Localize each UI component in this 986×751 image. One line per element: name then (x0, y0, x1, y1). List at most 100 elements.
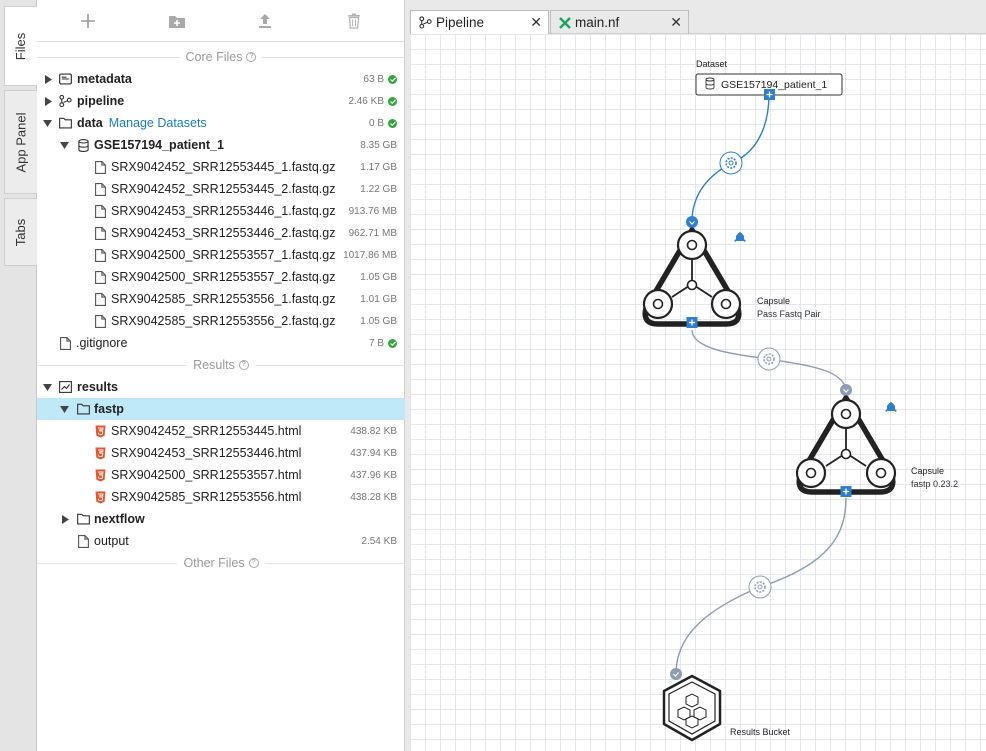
results-bucket-node[interactable] (662, 668, 722, 742)
file-size: 437.96 KB (350, 469, 397, 481)
vertical-tab-bar: Files App Panel Tabs (0, 0, 37, 751)
tree-item-dataset[interactable]: GSE157194_patient_1 8.35 GB (37, 134, 405, 156)
pipeline-size: 2.46 KB (348, 96, 397, 107)
capsule-node-pass-fastq-pair[interactable] (642, 216, 742, 327)
input-port[interactable] (686, 216, 698, 228)
caret-down-icon[interactable] (42, 118, 52, 128)
input-port[interactable] (840, 384, 852, 396)
tab-tabs[interactable]: Tabs (4, 198, 37, 266)
tree-item-fastp[interactable]: fastp (37, 398, 405, 420)
file-size: 438.82 KB (350, 425, 397, 437)
capsule2-output-port[interactable] (840, 486, 852, 497)
close-icon[interactable]: ✕ (670, 14, 682, 31)
file-name: SRX9042585_SRR12553556_1.fastq.gz (111, 292, 336, 306)
tree-item-fastq[interactable]: SRX9042500_SRR12553557_2.fastq.gz 1.05 G… (37, 266, 405, 288)
capsule1-output-port[interactable] (686, 317, 698, 328)
help-icon[interactable]: ? (248, 558, 259, 568)
file-name: SRX9042453_SRR12553446_1.fastq.gz (111, 204, 336, 218)
manage-datasets-link[interactable]: Manage Datasets (109, 116, 207, 130)
caret-down-icon[interactable] (42, 382, 52, 392)
capsule2-type: Capsule (911, 466, 944, 476)
caret-down-icon[interactable] (59, 404, 69, 414)
caret-right-icon[interactable] (43, 74, 53, 84)
tree-item-metadata[interactable]: metadata 63 B (37, 68, 405, 90)
delete-button[interactable] (343, 10, 365, 32)
file-size: 438.28 KB (350, 491, 397, 503)
tab-files-label: Files (13, 32, 29, 60)
results-label: Results (193, 358, 235, 372)
other-files-label: Other Files (183, 556, 245, 570)
help-icon[interactable]: ? (238, 360, 249, 370)
tab-main-nf[interactable]: main.nf ✕ (550, 10, 689, 34)
rocket-icon[interactable] (885, 402, 897, 412)
capsule2-name: fastp 0.23.2 (911, 479, 958, 489)
file-icon (94, 160, 107, 174)
file-icon (59, 336, 72, 350)
gear-icon[interactable] (757, 347, 781, 371)
tree-item-html[interactable]: SRX9042452_SRR12553445.html 438.82 KB (37, 420, 405, 442)
check-icon (388, 338, 397, 348)
capsule-node-fastp[interactable] (795, 384, 897, 495)
tab-pipeline[interactable]: Pipeline ✕ (410, 10, 549, 34)
file-icon (94, 182, 107, 196)
tree-item-fastq[interactable]: SRX9042585_SRR12553556_2.fastq.gz 1.05 G… (37, 310, 405, 332)
upload-button[interactable] (254, 10, 276, 32)
tree-item-data[interactable]: data Manage Datasets 0 B (37, 112, 405, 134)
file-size: 1017.86 MB (343, 249, 397, 261)
add-folder-button[interactable] (166, 10, 188, 32)
tree-item-html[interactable]: SRX9042500_SRR12553557.html 437.96 KB (37, 464, 405, 486)
dataset-output-port[interactable] (764, 89, 775, 100)
caret-right-icon[interactable] (43, 96, 53, 106)
file-size: 437.94 KB (350, 447, 397, 459)
tree-item-output[interactable]: output 2.54 KB (37, 530, 405, 552)
file-icon (94, 248, 107, 262)
tree-item-fastq[interactable]: SRX9042453_SRR12553446_1.fastq.gz 913.76… (37, 200, 405, 222)
folder-icon (77, 402, 90, 416)
tab-files[interactable]: Files (4, 6, 37, 86)
help-icon[interactable]: ? (246, 52, 257, 62)
core-files-header: Core Files? (37, 46, 405, 68)
file-panel: Core Files? metadata 63 B pipeline 2.46 … (37, 0, 406, 751)
file-size: 1.22 GB (360, 183, 397, 195)
add-file-button[interactable] (77, 10, 99, 32)
tab-app-panel[interactable]: App Panel (4, 90, 37, 194)
database-icon (77, 138, 90, 152)
capsule1-name: Pass Fastq Pair (757, 309, 821, 319)
folder-plus-icon (169, 15, 185, 28)
pipeline-icon (419, 16, 432, 29)
file-size: 1.05 GB (360, 271, 397, 283)
close-icon[interactable]: ✕ (530, 14, 542, 31)
tree-item-nextflow[interactable]: nextflow (37, 508, 405, 530)
editor-tab-bar: Pipeline ✕ main.nf ✕ (410, 7, 986, 34)
input-port[interactable] (670, 668, 682, 680)
tab-tabs-label: Tabs (13, 218, 29, 246)
plus-icon (81, 14, 95, 28)
tree-item-html[interactable]: SRX9042585_SRR12553556.html 438.28 KB (37, 486, 405, 508)
file-size: 1.05 GB (360, 315, 397, 327)
folder-icon (77, 512, 90, 526)
editor-area: Pipeline ✕ main.nf ✕ Dataset GSE157194_p… (410, 7, 986, 751)
tree-item-fastq[interactable]: SRX9042500_SRR12553557_1.fastq.gz 1017.8… (37, 244, 405, 266)
tree-item-results[interactable]: results (37, 376, 405, 398)
caret-down-icon[interactable] (59, 140, 69, 150)
tree-item-fastq[interactable]: SRX9042452_SRR12553445_1.fastq.gz 1.17 G… (37, 156, 405, 178)
tab-pipeline-label: Pipeline (436, 15, 485, 30)
caret-right-icon[interactable] (60, 514, 70, 524)
tree-item-fastq[interactable]: SRX9042453_SRR12553446_2.fastq.gz 962.71… (37, 222, 405, 244)
dataset-title: Dataset (696, 59, 728, 69)
file-icon (94, 204, 107, 218)
tree-item-html[interactable]: SRX9042453_SRR12553446.html 437.94 KB (37, 442, 405, 464)
tree-item-pipeline[interactable]: pipeline 2.46 KB (37, 90, 405, 112)
html5-icon (94, 468, 107, 482)
capsule1-type: Capsule (757, 296, 790, 306)
tree-item-fastq[interactable]: SRX9042452_SRR12553445_2.fastq.gz 1.22 G… (37, 178, 405, 200)
tree-item-gitignore[interactable]: .gitignore 7 B (37, 332, 405, 354)
tree-item-fastq[interactable]: SRX9042585_SRR12553556_1.fastq.gz 1.01 G… (37, 288, 405, 310)
file-name: SRX9042452_SRR12553445.html (111, 424, 302, 438)
pipeline-canvas[interactable]: Dataset GSE157194_patient_1 Capsule Pass… (410, 34, 986, 751)
file-size: 913.76 MB (348, 205, 397, 217)
rocket-icon[interactable] (734, 232, 746, 242)
html5-icon (94, 446, 107, 460)
gear-icon[interactable] (719, 151, 743, 175)
gear-icon[interactable] (748, 575, 772, 599)
